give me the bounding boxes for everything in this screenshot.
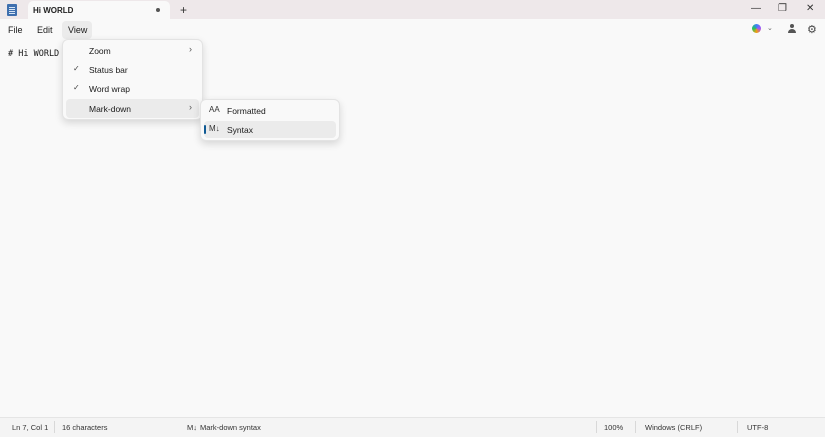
minimize-button[interactable]: —	[751, 3, 761, 14]
submenu-item-label: Formatted	[227, 106, 266, 116]
close-button[interactable]: ✕	[806, 3, 814, 14]
menu-item-label: Zoom	[89, 46, 111, 56]
menu-bar: File Edit View ⌄ ⚙	[0, 19, 825, 39]
notepad-icon	[7, 4, 17, 16]
divider	[635, 421, 636, 433]
selected-indicator	[204, 125, 206, 134]
character-count: 16 characters	[62, 423, 108, 432]
markdown-icon: M↓	[209, 124, 220, 133]
menu-item-zoom[interactable]: Zoom ›	[63, 41, 202, 60]
cursor-position: Ln 7, Col 1	[12, 423, 49, 432]
divider	[737, 421, 738, 433]
menu-item-word-wrap[interactable]: ✓ Word wrap	[63, 79, 202, 98]
markdown-submenu: AA Formatted M↓ Syntax	[200, 99, 340, 141]
unsaved-dot-icon[interactable]	[156, 8, 160, 12]
menu-edit[interactable]: Edit	[37, 25, 53, 35]
status-bar: Ln 7, Col 1 16 characters M↓ Mark-down s…	[0, 417, 825, 437]
chevron-right-icon: ›	[189, 44, 192, 54]
submenu-item-syntax[interactable]: M↓ Syntax	[204, 121, 336, 138]
chevron-down-icon[interactable]: ⌄	[767, 24, 773, 32]
encoding[interactable]: UTF-8	[747, 423, 768, 432]
formatted-text-icon: AA	[209, 105, 220, 114]
title-bar: Hi WORLD + — ❐ ✕	[0, 0, 825, 19]
chevron-right-icon: ›	[189, 102, 192, 112]
markdown-icon: M↓	[187, 423, 197, 432]
menu-item-label: Mark-down	[89, 104, 132, 114]
menu-item-status-bar[interactable]: ✓ Status bar	[63, 60, 202, 79]
tab-title: Hi WORLD	[33, 6, 74, 15]
menu-item-label: Status bar	[89, 65, 128, 75]
check-icon: ✓	[73, 83, 80, 92]
check-icon: ✓	[73, 64, 80, 73]
menu-item-mark-down[interactable]: Mark-down ›	[66, 99, 199, 118]
divider	[596, 421, 597, 433]
divider	[54, 421, 55, 433]
view-menu: Zoom › ✓ Status bar ✓ Word wrap Mark-dow…	[62, 39, 203, 120]
tab-hi-world[interactable]: Hi WORLD	[28, 1, 170, 19]
zoom-level[interactable]: 100%	[604, 423, 623, 432]
new-tab-button[interactable]: +	[180, 3, 187, 17]
editor-text-area[interactable]: # Hi WORLD	[8, 49, 59, 59]
account-icon[interactable]	[788, 23, 796, 33]
menu-item-label: Word wrap	[89, 84, 130, 94]
maximize-button[interactable]: ❐	[778, 3, 787, 14]
markdown-mode[interactable]: Mark-down syntax	[200, 423, 261, 432]
line-ending[interactable]: Windows (CRLF)	[645, 423, 702, 432]
copilot-icon[interactable]	[752, 24, 761, 33]
submenu-item-formatted[interactable]: AA Formatted	[204, 102, 336, 119]
submenu-item-label: Syntax	[227, 125, 253, 135]
gear-icon[interactable]: ⚙	[807, 23, 817, 36]
menu-view[interactable]: View	[68, 25, 87, 35]
menu-file[interactable]: File	[8, 25, 23, 35]
